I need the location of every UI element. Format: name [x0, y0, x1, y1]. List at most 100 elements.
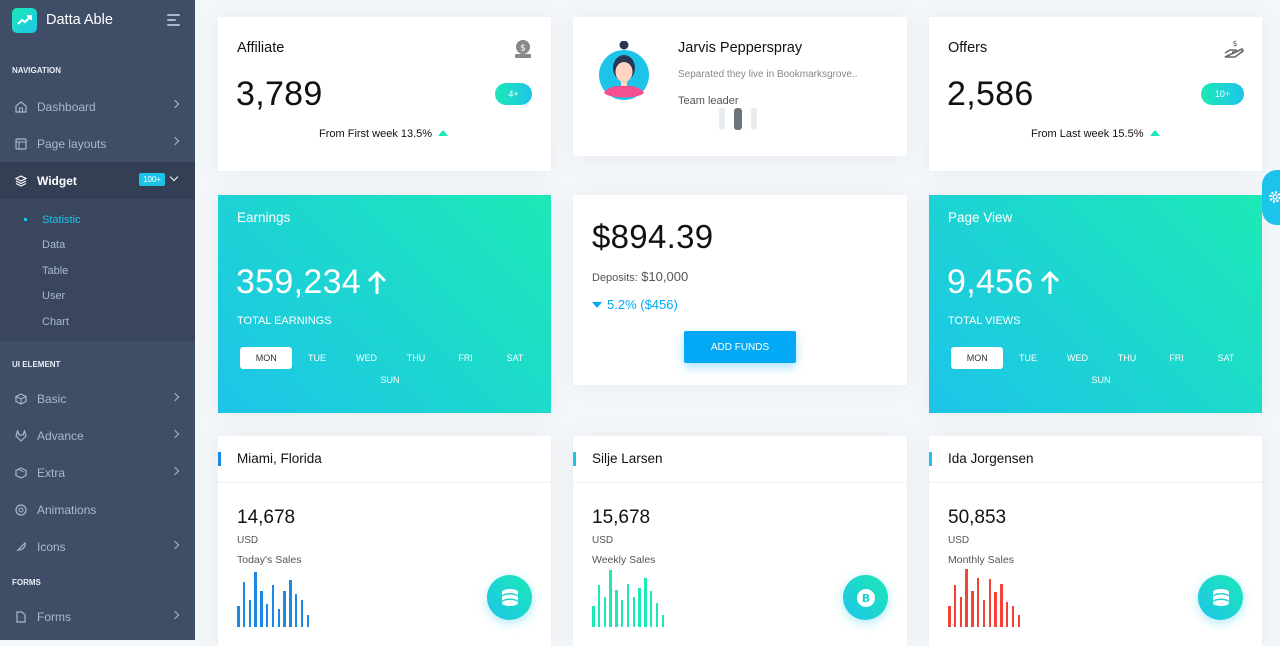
stat-unit: USD: [237, 535, 259, 546]
sales-bar: [655, 603, 659, 627]
chevron-down-icon: [169, 172, 179, 182]
offers-note-text: From Last week 15.5%: [1031, 128, 1144, 140]
file-text-icon: [14, 610, 28, 624]
sub-chart[interactable]: Chart: [0, 309, 195, 335]
caret-down-icon: [592, 301, 602, 308]
page-view-day-tabs: MON TUE WED THU FRI SAT SUN: [951, 347, 1251, 391]
earnings-value-row: 359,234: [236, 263, 387, 302]
home-icon: [14, 100, 28, 114]
accent-bar: [218, 452, 221, 466]
sales-bar: [638, 588, 641, 627]
add-funds-button[interactable]: ADD FUNDS: [684, 331, 796, 363]
sales-bar: [994, 592, 997, 627]
sales-bar: [306, 615, 310, 627]
affiliate-note-text: From First week 13.5%: [319, 128, 433, 140]
nav-animations[interactable]: Animations: [0, 492, 195, 529]
sub-statistic[interactable]: Statistic: [0, 207, 195, 233]
day-tab-sat[interactable]: SAT: [490, 347, 540, 369]
hand-dollar-icon: $: [1223, 38, 1245, 65]
affiliate-title: Affiliate: [237, 40, 285, 56]
section-forms: FORMS: [12, 577, 41, 587]
nav-dashboard[interactable]: Dashboard: [0, 88, 195, 125]
nav-icons[interactable]: Icons: [0, 529, 195, 566]
nav-basic[interactable]: Basic: [0, 381, 195, 418]
brand[interactable]: Datta Able: [0, 0, 195, 40]
sales-bar: [300, 600, 304, 627]
sales-bar: [592, 606, 595, 627]
offers-title: Offers: [948, 40, 988, 56]
sales-bar: [283, 591, 286, 627]
sub-user[interactable]: User: [0, 284, 195, 310]
funds-change-text: 5.2% ($456): [607, 297, 678, 312]
stat-label: Monthly Sales: [948, 554, 1014, 566]
day-tab-sun[interactable]: SUN: [1076, 369, 1126, 391]
earnings-day-tabs: MON TUE WED THU FRI SAT SUN: [240, 347, 540, 391]
nav-basic-label: Basic: [37, 392, 67, 406]
sales-bar: [976, 578, 980, 627]
offers-note: From Last week 15.5%: [1031, 128, 1160, 140]
divider: [573, 482, 907, 483]
stat-card-miami: Miami, Florida 14,678 USD Today's Sales: [218, 436, 551, 646]
brand-name: Datta Able: [46, 12, 113, 28]
day-tab-thu[interactable]: THU: [391, 347, 441, 369]
day-tab-sun[interactable]: SUN: [365, 369, 415, 391]
svg-text:B: B: [861, 592, 869, 605]
day-tab-sat[interactable]: SAT: [1201, 347, 1251, 369]
funds-amount: $894.39: [592, 218, 714, 255]
layout-icon: [14, 137, 28, 151]
arrow-up-icon: [1149, 130, 1160, 136]
sales-bar: [265, 604, 269, 627]
chevron-right-icon: [170, 610, 180, 619]
sales-bar: [644, 578, 647, 627]
sales-bar: [609, 570, 612, 627]
stat-label: Weekly Sales: [592, 554, 656, 566]
sales-bar: [632, 597, 636, 627]
day-tab-thu[interactable]: THU: [1102, 347, 1152, 369]
sub-data[interactable]: Data: [0, 233, 195, 259]
nav-advance[interactable]: Advance: [0, 418, 195, 455]
section-ui-element: UI ELEMENT: [12, 359, 61, 369]
funds-change: 5.2% ($456): [592, 297, 678, 312]
sales-bar: [597, 585, 601, 627]
day-tab-wed[interactable]: WED: [342, 347, 392, 369]
sales-bar: [615, 590, 618, 627]
sales-bar: [1011, 606, 1015, 627]
page-view-value: 9,456: [947, 263, 1034, 301]
nav-page-layouts[interactable]: Page layouts: [0, 125, 195, 162]
chevron-right-icon: [170, 540, 180, 549]
nav-animations-label: Animations: [37, 503, 97, 517]
day-tab-mon[interactable]: MON: [240, 347, 293, 369]
page-view-label: TOTAL VIEWS: [948, 315, 1021, 327]
sub-table[interactable]: Table: [0, 258, 195, 284]
settings-gear-tab[interactable]: [1262, 170, 1280, 225]
nav-extra[interactable]: Extra: [0, 455, 195, 492]
bitcoin-icon[interactable]: B: [843, 575, 888, 620]
nav-forms[interactable]: Forms: [0, 599, 195, 636]
nav-dashboard-label: Dashboard: [37, 99, 96, 114]
day-tab-tue[interactable]: TUE: [292, 347, 342, 369]
stat-card-title: Ida Jorgensen: [948, 451, 1034, 466]
day-tab-tue[interactable]: TUE: [1003, 347, 1053, 369]
sales-bar: [254, 572, 257, 627]
sales-bar: [620, 600, 624, 627]
sales-bar: [953, 585, 957, 627]
money-bag-icon: $: [513, 39, 533, 64]
sidebar: Datta Able NAVIGATION Dashboard Page lay…: [0, 0, 195, 640]
day-tab-mon[interactable]: MON: [951, 347, 1004, 369]
chevron-right-icon: [170, 136, 180, 146]
stat-unit: USD: [948, 535, 970, 546]
accent-bar: [573, 452, 576, 466]
sales-bar: [260, 591, 263, 627]
day-tab-wed[interactable]: WED: [1053, 347, 1103, 369]
chevron-right-icon: [170, 392, 180, 401]
day-tab-fri[interactable]: FRI: [1152, 347, 1202, 369]
menu-toggle-icon[interactable]: [167, 14, 180, 29]
nav-page-layouts-label: Page layouts: [37, 136, 107, 151]
database-icon[interactable]: [1198, 575, 1243, 620]
affiliate-card: Affiliate $ 3,789 4+ From First week 13.…: [218, 17, 551, 171]
sales-bar: [271, 585, 275, 627]
day-tab-fri[interactable]: FRI: [441, 347, 491, 369]
nav-widget[interactable]: Widget: [0, 162, 195, 199]
coins-icon[interactable]: [487, 575, 532, 620]
divider: [218, 482, 551, 483]
